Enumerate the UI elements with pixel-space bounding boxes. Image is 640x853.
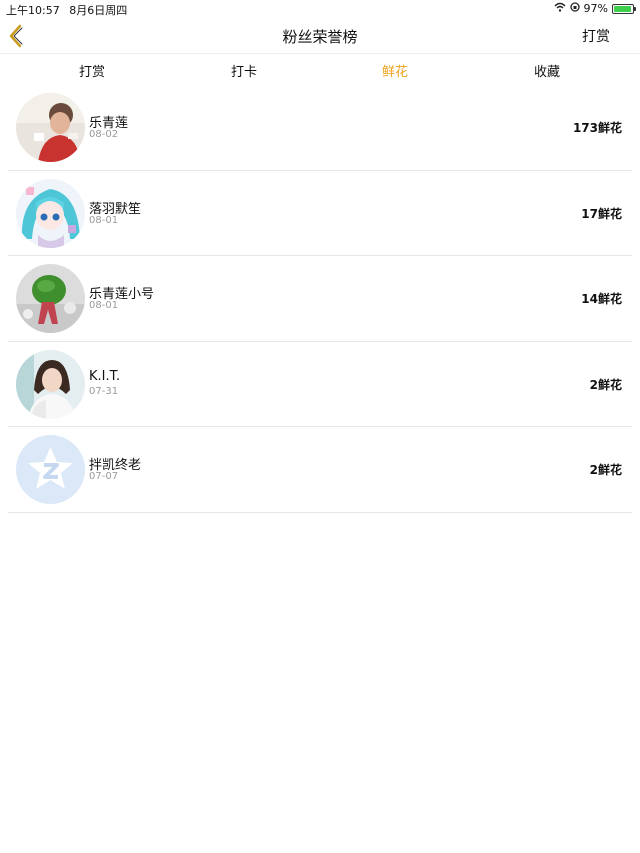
fan-date: 07-07: [89, 471, 119, 482]
tab-bar: 打赏 打卡 鲜花 收藏: [0, 54, 640, 85]
tab-tip[interactable]: 打赏: [42, 61, 142, 80]
tip-button[interactable]: 打赏: [582, 26, 610, 46]
avatar: [16, 349, 85, 419]
status-left: 上午10:57 8月6日周四: [6, 2, 133, 18]
flower-count: 2鲜花: [589, 463, 622, 477]
flower-count: 17鲜花: [581, 206, 622, 221]
list-item[interactable]: 拌凯终老 07-07 2鲜花: [8, 427, 632, 513]
fan-name: K.I.T.: [89, 368, 121, 384]
fan-date: 08-01: [89, 214, 119, 226]
status-right: 97%: [554, 2, 636, 15]
fan-ranking-list: 乐青莲 08-02 173鲜花 落羽默笙 08-01 17鲜花 乐青莲小号 08…: [8, 85, 632, 513]
battery-fill: [614, 5, 632, 12]
status-time: 上午10:57: [6, 4, 60, 17]
status-bar: 上午10:57 8月6日周四 97%: [0, 0, 640, 18]
status-date: 8月6日周四: [69, 4, 128, 17]
fan-date: 08-01: [89, 300, 119, 311]
list-item[interactable]: 乐青莲小号 08-01 14鲜花: [8, 256, 632, 342]
tab-favorites[interactable]: 收藏: [497, 61, 597, 80]
list-item[interactable]: 乐青莲 08-02 173鲜花: [8, 85, 632, 171]
navigation-bar: 粉丝荣誉榜 打赏: [0, 18, 640, 54]
battery-icon: [612, 3, 636, 14]
flower-count: 14鲜花: [581, 292, 622, 306]
battery-percent: 97%: [583, 2, 608, 15]
tab-flowers[interactable]: 鲜花: [345, 61, 445, 80]
orientation-lock-icon: [569, 2, 580, 15]
flower-count: 2鲜花: [589, 377, 622, 392]
fan-date: 07-31: [89, 385, 119, 397]
wifi-icon: [554, 2, 566, 15]
list-item[interactable]: 落羽默笙 08-01 17鲜花: [8, 171, 632, 256]
avatar: [16, 93, 85, 162]
page-title: 粉丝荣誉榜: [282, 28, 358, 46]
fan-date: 08-02: [89, 129, 119, 140]
avatar: [16, 435, 85, 504]
avatar: [16, 178, 85, 248]
tab-checkin[interactable]: 打卡: [194, 61, 294, 80]
avatar: [16, 264, 85, 333]
qzone-logo-icon: [16, 435, 85, 504]
list-item[interactable]: K.I.T. 07-31 2鲜花: [8, 342, 632, 427]
flower-count: 173鲜花: [572, 121, 622, 135]
